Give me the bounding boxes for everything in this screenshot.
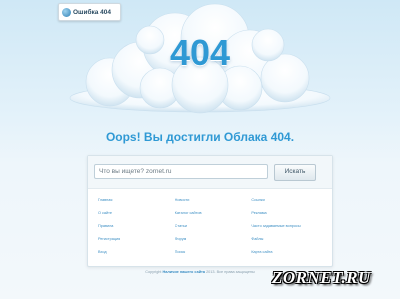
search-input[interactable]: [94, 164, 268, 179]
link-item[interactable]: Каталог сайтов: [175, 207, 252, 220]
footer-tail: 2013. Все права защищены: [206, 270, 255, 274]
search-button[interactable]: Искать: [274, 164, 316, 181]
link-item[interactable]: Реклама: [251, 207, 328, 220]
links-column-3: Ссылки Реклама Часто задаваемые вопросы …: [251, 194, 328, 264]
link-item[interactable]: Карта сайта: [251, 246, 328, 259]
footer-link[interactable]: Наличие нашего сайта: [163, 270, 205, 274]
links-grid: Главная О сайте Правила Регистрация Вход…: [98, 194, 328, 264]
links-column-1: Главная О сайте Правила Регистрация Вход: [98, 194, 175, 264]
footer-text: Copyright: [145, 270, 162, 274]
link-item[interactable]: О сайте: [98, 207, 175, 220]
link-item[interactable]: Регистрация: [98, 233, 175, 246]
link-item[interactable]: Часто задаваемые вопросы: [251, 220, 328, 233]
link-item[interactable]: Поиск: [175, 246, 252, 259]
headline: Oops! Вы достигли Облака 404.: [105, 130, 295, 144]
link-item[interactable]: Статьи: [175, 220, 252, 233]
link-item[interactable]: Ссылки: [251, 194, 328, 207]
link-item[interactable]: Вход: [98, 246, 175, 259]
link-item[interactable]: Главная: [98, 194, 175, 207]
link-item[interactable]: Правила: [98, 220, 175, 233]
link-item[interactable]: Форум: [175, 233, 252, 246]
links-column-2: Новости Каталог сайтов Статьи Форум Поис…: [175, 194, 252, 264]
link-item[interactable]: Файлы: [251, 233, 328, 246]
watermark: ZORNET.RU: [272, 268, 371, 287]
link-item[interactable]: Новости: [175, 194, 252, 207]
content-panel: Искать Главная О сайте Правила Регистрац…: [87, 155, 333, 267]
search-bar: Искать: [88, 156, 332, 189]
error-code: 404: [169, 32, 231, 73]
